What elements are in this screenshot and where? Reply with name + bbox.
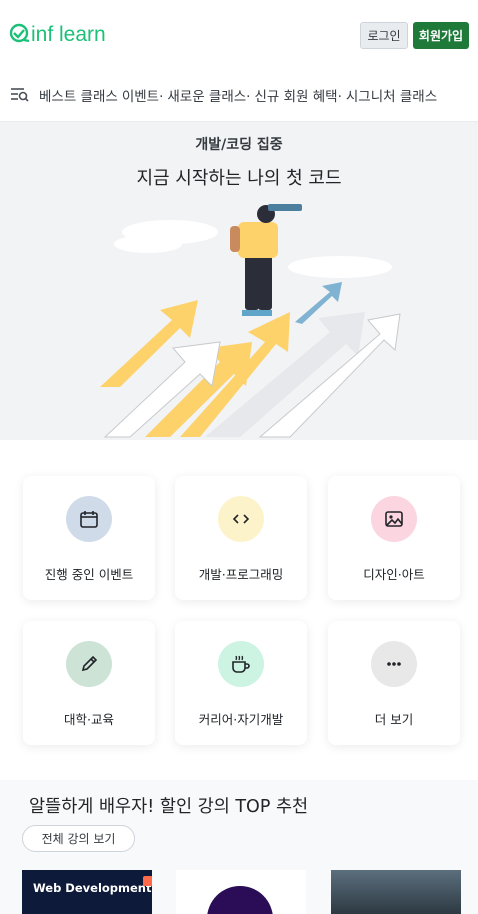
- course-thumbnail-title: Web Development: [33, 881, 152, 895]
- category-card-career[interactable]: 커리어·자기개발: [175, 621, 307, 745]
- category-label: 디자인·아트: [363, 567, 425, 582]
- category-label: 더 보기: [374, 712, 414, 727]
- nav-item-signature[interactable]: 시그니처 클래스: [346, 85, 437, 105]
- course-thumbnail[interactable]: [331, 870, 461, 914]
- category-nav: 베스트 클래스 이벤트· 새로운 클래스· 신규 회원 혜택· 시그니처 클래스: [0, 70, 478, 122]
- course-thumbnail[interactable]: Web Development: [22, 870, 152, 914]
- category-label: 개발·프로그래밍: [198, 567, 284, 582]
- menu-search-icon[interactable]: [10, 86, 30, 104]
- category-card-education[interactable]: 대학·교육: [23, 621, 155, 745]
- signup-button[interactable]: 회원가입: [413, 22, 469, 49]
- view-all-button[interactable]: 전체 강의 보기: [22, 825, 135, 852]
- hero-illustration: [90, 192, 410, 440]
- category-card-events[interactable]: 진행 중인 이벤트: [23, 476, 155, 600]
- category-card-design[interactable]: 디자인·아트: [328, 476, 460, 600]
- nav-item-benefit[interactable]: 신규 회원 혜택·: [254, 85, 341, 105]
- category-grid: 진행 중인 이벤트 개발·프로그래밍 디자인·아트 대학·교육 커리어·자기개발…: [0, 440, 478, 780]
- nav-item-new[interactable]: 새로운 클래스·: [167, 85, 250, 105]
- hero-banner[interactable]: 개발/코딩 집중 지금 시작하는 나의 첫 코드: [0, 122, 478, 440]
- svg-text:inf learn: inf learn: [31, 23, 106, 46]
- coffee-icon: [218, 641, 264, 687]
- category-card-more[interactable]: 더 보기: [328, 621, 460, 745]
- section-title: 알뜰하게 배우자! 할인 강의 TOP 추천: [29, 797, 309, 817]
- more-icon: [371, 641, 417, 687]
- nav-item-event[interactable]: 이벤트·: [122, 85, 164, 105]
- calendar-icon: [66, 496, 112, 542]
- hero-subtitle: 개발/코딩 집중: [195, 137, 283, 153]
- header: inf learn 로그인 회원가입: [0, 0, 478, 70]
- badge-icon: [143, 876, 152, 886]
- login-button[interactable]: 로그인: [360, 22, 408, 49]
- image-icon: [371, 496, 417, 542]
- discount-top-section: 알뜰하게 배우자! 할인 강의 TOP 추천 전체 강의 보기 Web Deve…: [0, 780, 478, 914]
- category-label: 대학·교육: [64, 712, 114, 727]
- inflearn-logo[interactable]: inf learn: [8, 22, 118, 48]
- category-label: 커리어·자기개발: [198, 712, 284, 727]
- category-label: 진행 중인 이벤트: [44, 567, 134, 582]
- nav-item-best[interactable]: 베스트 클래스: [39, 85, 118, 105]
- course-thumbnail[interactable]: [176, 870, 306, 914]
- thumbnail-graphic: [207, 886, 273, 914]
- hero-title: 지금 시작하는 나의 첫 코드: [136, 168, 342, 189]
- pencil-icon: [66, 641, 112, 687]
- category-card-dev[interactable]: 개발·프로그래밍: [175, 476, 307, 600]
- code-icon: [218, 496, 264, 542]
